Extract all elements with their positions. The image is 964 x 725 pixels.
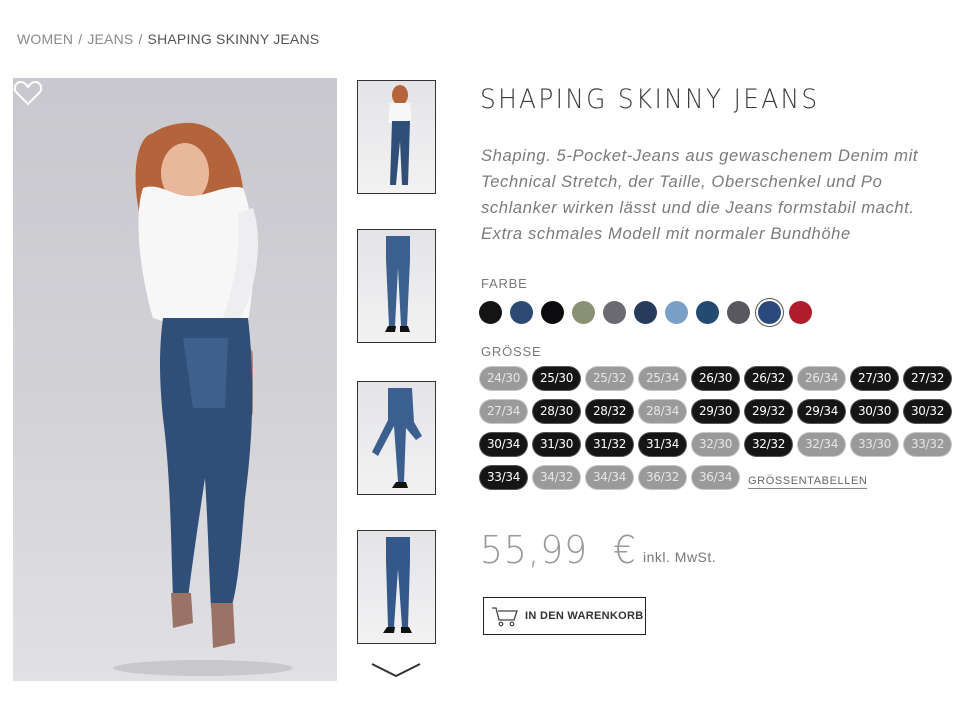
color-swatch[interactable] xyxy=(789,301,812,324)
thumbnail-2[interactable] xyxy=(357,229,436,343)
size-option[interactable]: 32/30 xyxy=(692,433,739,456)
size-option[interactable]: 30/30 xyxy=(851,400,898,423)
breadcrumb-current: SHAPING SKINNY JEANS xyxy=(147,31,320,47)
size-option[interactable]: 32/34 xyxy=(798,433,845,456)
color-label: FARBE xyxy=(481,276,528,291)
size-option[interactable]: 33/30 xyxy=(851,433,898,456)
color-swatch[interactable] xyxy=(479,301,502,324)
add-to-cart-button[interactable]: IN DEN WARENKORB xyxy=(483,597,646,635)
cart-icon xyxy=(492,607,518,627)
size-option[interactable]: 29/32 xyxy=(745,400,792,423)
color-swatches xyxy=(479,301,812,324)
breadcrumb: WOMEN / JEANS / SHAPING SKINNY JEANS xyxy=(17,31,319,47)
add-to-cart-label: IN DEN WARENKORB xyxy=(525,610,644,622)
color-swatch[interactable] xyxy=(758,301,781,324)
heart-icon[interactable] xyxy=(13,78,43,108)
size-option[interactable]: 32/32 xyxy=(745,433,792,456)
size-option[interactable]: 29/34 xyxy=(798,400,845,423)
thumbnail-jeans-side-image xyxy=(372,388,422,488)
size-option[interactable]: 25/30 xyxy=(533,367,580,390)
size-table-link[interactable]: GRÖSSENTABELLEN xyxy=(748,475,868,489)
thumbnail-model-image xyxy=(388,85,412,185)
color-swatch[interactable] xyxy=(541,301,564,324)
size-option[interactable]: 28/32 xyxy=(586,400,633,423)
size-option[interactable]: 29/30 xyxy=(692,400,739,423)
price-currency: € xyxy=(612,528,637,572)
size-option[interactable]: 28/34 xyxy=(639,400,686,423)
breadcrumb-separator: / xyxy=(78,31,83,47)
color-swatch[interactable] xyxy=(510,301,533,324)
size-option[interactable]: 27/32 xyxy=(904,367,951,390)
size-option[interactable]: 27/34 xyxy=(480,400,527,423)
product-title: SHAPING SKINNY JEANS xyxy=(480,84,820,115)
chevron-down-icon[interactable] xyxy=(370,658,422,682)
size-option[interactable]: 31/34 xyxy=(639,433,686,456)
size-option[interactable]: 33/32 xyxy=(904,433,951,456)
color-swatch[interactable] xyxy=(603,301,626,324)
thumbnail-jeans-front-image xyxy=(385,236,410,332)
size-option[interactable]: 28/30 xyxy=(533,400,580,423)
size-option[interactable]: 33/34 xyxy=(480,466,527,489)
thumbnail-4[interactable] xyxy=(357,530,436,644)
color-swatch[interactable] xyxy=(665,301,688,324)
tax-note: inkl. MwSt. xyxy=(643,549,717,565)
size-option[interactable]: 26/32 xyxy=(745,367,792,390)
size-option[interactable]: 26/34 xyxy=(798,367,845,390)
model-illustration xyxy=(113,122,293,676)
product-description: Shaping. 5-Pocket-Jeans aus gewaschenem … xyxy=(481,146,919,243)
price-amount: 55,99 xyxy=(480,528,589,572)
thumbnail-1[interactable] xyxy=(357,80,436,194)
size-option[interactable]: 36/34 xyxy=(692,466,739,489)
size-label: GRÖSSE xyxy=(481,344,542,359)
size-option[interactable]: 24/30 xyxy=(480,367,527,390)
color-swatch[interactable] xyxy=(634,301,657,324)
color-swatch[interactable] xyxy=(572,301,595,324)
size-option[interactable]: 31/30 xyxy=(533,433,580,456)
product-price: 55,99 € xyxy=(480,528,637,572)
size-option[interactable]: 30/32 xyxy=(904,400,951,423)
color-swatch[interactable] xyxy=(696,301,719,324)
size-option[interactable]: 27/30 xyxy=(851,367,898,390)
size-option[interactable]: 34/34 xyxy=(586,466,633,489)
breadcrumb-separator: / xyxy=(138,31,143,47)
size-option[interactable]: 25/34 xyxy=(639,367,686,390)
thumbnail-3[interactable] xyxy=(357,381,436,495)
size-option[interactable]: 30/34 xyxy=(480,433,527,456)
breadcrumb-jeans[interactable]: JEANS xyxy=(87,31,133,47)
product-main-image[interactable] xyxy=(13,78,337,681)
size-option[interactable]: 31/32 xyxy=(586,433,633,456)
color-swatch[interactable] xyxy=(727,301,750,324)
size-options: 24/30 25/30 25/32 25/34 26/30 26/32 26/34 27/30… xyxy=(480,367,952,489)
size-option[interactable]: 36/32 xyxy=(639,466,686,489)
size-option[interactable]: 25/32 xyxy=(586,367,633,390)
size-option[interactable]: 26/30 xyxy=(692,367,739,390)
size-option[interactable]: 34/32 xyxy=(533,466,580,489)
thumbnail-jeans-front-alt-image xyxy=(383,537,412,633)
breadcrumb-women[interactable]: WOMEN xyxy=(17,31,73,47)
